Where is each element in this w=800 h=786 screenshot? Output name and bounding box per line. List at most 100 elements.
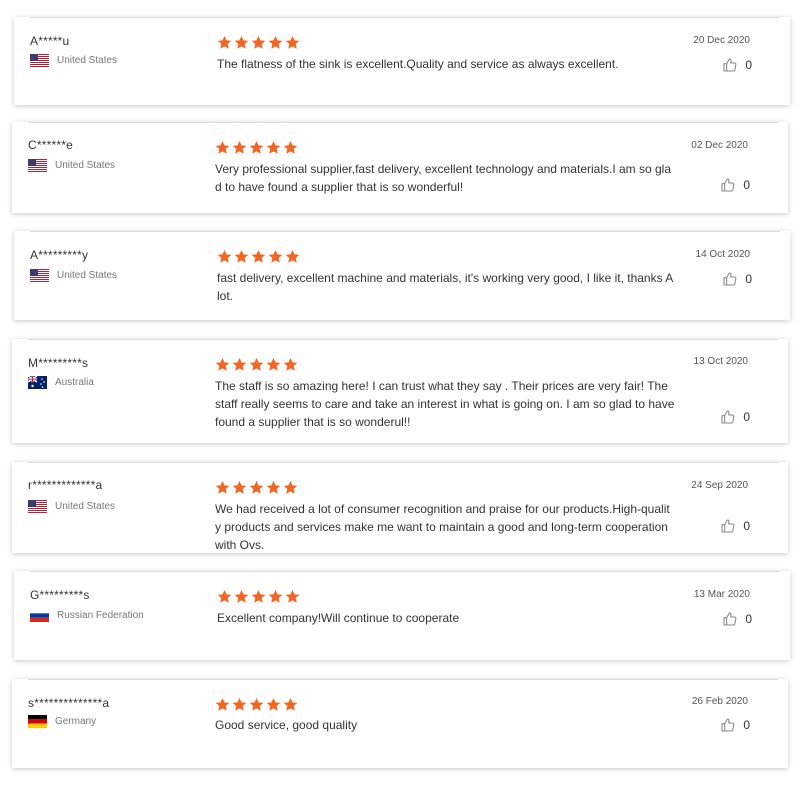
review-date: 13 Mar 2020 bbox=[693, 589, 750, 600]
star-icon bbox=[249, 480, 264, 495]
review-text: We had received a lot of consumer recogn… bbox=[215, 502, 670, 552]
star-icon bbox=[249, 697, 264, 712]
divider bbox=[28, 462, 778, 463]
like-count: 0 bbox=[745, 272, 752, 286]
like-count: 0 bbox=[745, 612, 752, 626]
divider bbox=[28, 122, 778, 123]
divider bbox=[28, 679, 778, 680]
star-icon bbox=[234, 249, 249, 264]
flag-us-icon bbox=[30, 269, 49, 282]
like-button[interactable]: 0 bbox=[720, 177, 750, 193]
review-card: A*********y United States fast delivery, e… bbox=[14, 231, 790, 320]
star-rating bbox=[217, 249, 300, 264]
thumbs-up-icon[interactable] bbox=[720, 177, 736, 193]
reviewer-name: A*****u bbox=[30, 34, 70, 48]
thumbs-up-icon[interactable] bbox=[722, 271, 738, 287]
review-date: 13 Oct 2020 bbox=[693, 356, 748, 367]
reviewer-name: C******e bbox=[28, 138, 73, 152]
star-icon bbox=[251, 249, 266, 264]
like-button[interactable]: 0 bbox=[720, 717, 750, 733]
reviewer-country: United States bbox=[28, 159, 115, 172]
star-icon bbox=[268, 249, 283, 264]
reviewer-name: s**************a bbox=[28, 696, 110, 710]
reviewer-country: United States bbox=[30, 54, 117, 67]
like-count: 0 bbox=[745, 58, 752, 72]
star-rating bbox=[217, 35, 300, 50]
reviewer-country: United States bbox=[30, 269, 117, 282]
star-rating bbox=[215, 480, 298, 495]
flag-au-icon bbox=[28, 376, 47, 389]
divider bbox=[30, 571, 780, 572]
like-count: 0 bbox=[743, 178, 750, 192]
star-icon bbox=[285, 249, 300, 264]
flag-us-icon bbox=[28, 159, 47, 172]
star-icon bbox=[232, 140, 247, 155]
country-name: Australia bbox=[55, 377, 94, 388]
reviewer-name: G*********s bbox=[30, 588, 90, 602]
thumbs-up-icon[interactable] bbox=[722, 611, 738, 627]
star-rating bbox=[215, 357, 298, 372]
star-icon bbox=[283, 480, 298, 495]
review-text: fast delivery, excellent machine and mat… bbox=[217, 271, 673, 303]
star-icon bbox=[266, 140, 281, 155]
flag-us-icon bbox=[30, 54, 49, 67]
review-date: 14 Oct 2020 bbox=[695, 249, 750, 260]
star-icon bbox=[217, 249, 232, 264]
star-rating bbox=[215, 697, 298, 712]
reviewer-country: Russian Federation bbox=[30, 609, 144, 622]
star-icon bbox=[215, 140, 230, 155]
review-card: C******e United States Very professional s… bbox=[12, 122, 788, 213]
star-rating bbox=[217, 589, 300, 604]
like-button[interactable]: 0 bbox=[722, 611, 752, 627]
review-text: The staff is so amazing here! I can trus… bbox=[215, 379, 675, 429]
review-text: The flatness of the sink is excellent.Qu… bbox=[217, 57, 619, 71]
reviewer-name: r*************a bbox=[28, 478, 103, 492]
star-icon bbox=[268, 589, 283, 604]
star-icon bbox=[266, 357, 281, 372]
like-count: 0 bbox=[743, 410, 750, 424]
like-button[interactable]: 0 bbox=[722, 271, 752, 287]
reviewer-country: Australia bbox=[28, 376, 94, 389]
star-icon bbox=[215, 697, 230, 712]
star-icon bbox=[232, 357, 247, 372]
like-button[interactable]: 0 bbox=[722, 57, 752, 73]
review-date: 24 Sep 2020 bbox=[691, 480, 748, 491]
flag-us-icon bbox=[28, 500, 47, 513]
star-icon bbox=[232, 480, 247, 495]
like-count: 0 bbox=[743, 519, 750, 533]
like-button[interactable]: 0 bbox=[720, 409, 750, 425]
review-card: A*****u United States The flatness of the … bbox=[14, 17, 790, 105]
thumbs-up-icon[interactable] bbox=[722, 57, 738, 73]
thumbs-up-icon[interactable] bbox=[720, 409, 736, 425]
review-date: 02 Dec 2020 bbox=[691, 140, 748, 151]
star-icon bbox=[266, 480, 281, 495]
reviewer-country: United States bbox=[28, 500, 115, 513]
star-icon bbox=[285, 589, 300, 604]
divider bbox=[28, 339, 778, 340]
reviewer-name: M*********s bbox=[28, 356, 89, 370]
like-button[interactable]: 0 bbox=[720, 518, 750, 534]
review-card: M*********s Australia The staff is so ama… bbox=[12, 339, 788, 443]
star-icon bbox=[234, 35, 249, 50]
country-name: United States bbox=[55, 160, 116, 171]
star-icon bbox=[283, 357, 298, 372]
star-icon bbox=[232, 697, 247, 712]
review-text: Very professional supplier,fast delivery… bbox=[215, 162, 672, 194]
thumbs-up-icon[interactable] bbox=[720, 518, 736, 534]
review-text: Excellent company!Will continue to coope… bbox=[217, 611, 460, 625]
star-icon bbox=[249, 140, 264, 155]
review-date: 26 Feb 2020 bbox=[691, 696, 748, 707]
star-icon bbox=[215, 357, 230, 372]
review-card: G*********s Russian Federation Excellent … bbox=[14, 571, 790, 660]
like-count: 0 bbox=[743, 718, 750, 732]
star-icon bbox=[217, 35, 232, 50]
flag-ru-icon bbox=[30, 609, 49, 622]
star-icon bbox=[215, 480, 230, 495]
divider bbox=[30, 231, 780, 232]
review-text: Good service, good quality bbox=[215, 718, 358, 732]
thumbs-up-icon[interactable] bbox=[720, 717, 736, 733]
star-icon bbox=[251, 589, 266, 604]
star-icon bbox=[283, 140, 298, 155]
star-icon bbox=[251, 35, 266, 50]
reviewer-country: Germany bbox=[28, 715, 96, 728]
